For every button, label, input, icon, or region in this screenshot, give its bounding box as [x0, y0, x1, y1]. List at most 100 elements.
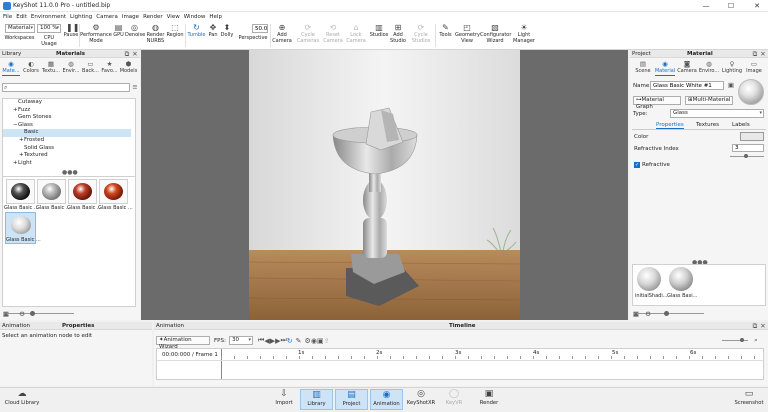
screenshot-button[interactable]: ▭ Screenshot	[732, 389, 766, 406]
cpu-usage-button[interactable]: CPU Usage	[36, 35, 62, 47]
reset-camera-button[interactable]: ⟲ Reset Camera	[322, 23, 344, 44]
refractive-checkbox[interactable]: ✓	[634, 162, 640, 168]
close-button[interactable]: ✕	[752, 1, 762, 11]
tab-models[interactable]: ⬢ Models	[119, 60, 138, 74]
tree-item-frosted[interactable]: +Frosted	[3, 137, 135, 145]
refractive-index-slider[interactable]	[730, 154, 764, 158]
denoise-button[interactable]: ◎ Denoise	[125, 23, 145, 39]
menu-file[interactable]: File	[3, 14, 12, 20]
settings-icon[interactable]: ⚙	[18, 310, 26, 318]
float-panel-icon[interactable]: ⧉	[123, 50, 131, 58]
tree-item-glass[interactable]: −Glass	[3, 122, 135, 130]
workspaces-button[interactable]: Workspaces	[3, 35, 36, 42]
material-preview-sphere[interactable]	[637, 267, 661, 291]
export-icon[interactable]: ⇪	[324, 337, 330, 345]
menu-image[interactable]: Image	[122, 14, 139, 20]
workspace-select[interactable]: Material	[5, 24, 35, 33]
tree-item-fuzz[interactable]: +Fuzz	[3, 107, 135, 115]
tab-camera[interactable]: ◙ Camera	[676, 60, 698, 74]
tab-environments[interactable]: ◍ Envir...	[61, 60, 81, 74]
loop-icon[interactable]: ↻	[287, 337, 293, 345]
menu-camera[interactable]: Camera	[96, 14, 118, 20]
material-thumb[interactable]	[99, 179, 128, 204]
performance-mode-button[interactable]: ⚙ Performance Mode	[80, 23, 112, 44]
tree-item-gem-stones[interactable]: Gem Stones	[3, 114, 135, 122]
lock-camera-button[interactable]: ⌂ Lock Camera	[345, 23, 367, 44]
zoom-in-icon[interactable]: ⌕	[752, 336, 760, 344]
close-panel-icon[interactable]: ✕	[131, 50, 139, 58]
geometry-view-button[interactable]: ◰ Geometry View	[455, 23, 480, 44]
render-button[interactable]: ▣ Render	[475, 389, 503, 406]
menu-help[interactable]: Help	[209, 14, 222, 20]
slider-knob[interactable]	[30, 311, 35, 316]
tab-colors[interactable]: ◐ Colors	[21, 60, 41, 74]
search-options-icon[interactable]: ≡	[131, 83, 139, 91]
perspective-field[interactable]	[252, 24, 268, 33]
menu-environment[interactable]: Environment	[31, 14, 66, 20]
timeline-track-area[interactable]: 00:00:000 / Frame 1 1s 2s 3s 4s 5s 6s	[156, 348, 764, 380]
close-panel-icon[interactable]: ✕	[759, 322, 767, 330]
subtab-textures[interactable]: Textures	[696, 122, 719, 128]
splitter-handle-icon[interactable]: ●●●	[62, 169, 78, 176]
close-panel-icon[interactable]: ✕	[759, 50, 767, 58]
tab-material[interactable]: ◉ Material	[654, 60, 676, 76]
maximize-button[interactable]: ☐	[726, 1, 736, 11]
dolly-button[interactable]: ⬍ Dolly	[219, 23, 235, 39]
material-preview-icon[interactable]	[738, 79, 764, 105]
light-manager-button[interactable]: ☀ Light Manager	[512, 23, 536, 44]
material-thumb-selected[interactable]: Glass Basic ...	[5, 212, 41, 244]
animation-toggle-button[interactable]: ◉ Animation	[370, 389, 403, 410]
perspective-button[interactable]: Perspective	[237, 35, 269, 42]
import-button[interactable]: ⇩ Import	[272, 389, 296, 406]
keyshotxr-button[interactable]: ◎ KeyShotXR	[405, 389, 437, 406]
thumbnail-size-slider[interactable]	[4, 311, 74, 316]
slider-knob[interactable]	[664, 311, 669, 316]
gpu-button[interactable]: ▤ GPU	[112, 23, 125, 39]
library-search-input[interactable]: ⌕	[2, 83, 130, 92]
tab-scene[interactable]: ▤ Scene	[632, 60, 654, 74]
tab-lighting[interactable]: ♀ Lighting	[720, 60, 744, 74]
playhead[interactable]	[221, 349, 222, 379]
slider-knob[interactable]	[740, 338, 744, 342]
minimize-button[interactable]: —	[701, 1, 711, 11]
render-viewport[interactable]	[141, 50, 628, 320]
color-swatch[interactable]	[740, 132, 764, 141]
tab-materials[interactable]: ◉ Mate...	[1, 60, 21, 76]
library-toggle-button[interactable]: ▥ Library	[300, 389, 333, 410]
animation-wizard-button[interactable]: ✦Animation Wizard	[156, 336, 210, 350]
keyvr-button[interactable]: ◯ KeyVR	[441, 389, 467, 406]
project-toggle-button[interactable]: ▤ Project	[335, 389, 368, 410]
tumble-button[interactable]: ↻ Tumble	[186, 23, 207, 39]
slider-knob[interactable]	[744, 154, 748, 158]
studios-button[interactable]: ▥ Studios	[369, 23, 389, 39]
tab-favorites[interactable]: ★ Favo...	[100, 60, 119, 74]
settings-icon[interactable]: ⚙	[644, 310, 652, 318]
cloud-library-button[interactable]: ☁ Cloud Library	[4, 389, 40, 406]
add-studio-button[interactable]: ⊞ Add Studio	[389, 23, 407, 44]
cycle-studios-button[interactable]: ⟳ Cycle Studios	[410, 23, 432, 44]
render-nurbs-button[interactable]: ◍ Render NURBS	[145, 23, 166, 44]
tools-button[interactable]: ✎ Tools	[437, 23, 454, 39]
tree-item-textured[interactable]: +Textured	[3, 152, 135, 160]
menu-edit[interactable]: Edit	[16, 14, 27, 20]
menu-lighting[interactable]: Lighting	[70, 14, 92, 20]
tab-textures[interactable]: ▦ Textu...	[41, 60, 61, 74]
float-panel-icon[interactable]: ⧉	[751, 322, 759, 330]
material-thumb[interactable]	[37, 179, 66, 204]
tree-item-cutaway[interactable]: Cutaway	[3, 99, 135, 107]
zoom-in-icon[interactable]: ⌕	[2, 310, 10, 318]
configurator-wizard-button[interactable]: ▧ Configurator Wizard	[480, 23, 511, 44]
region-button[interactable]: ⬚ Region	[166, 23, 184, 39]
refractive-index-field[interactable]	[732, 144, 764, 152]
material-thumb[interactable]	[68, 179, 97, 204]
save-material-icon[interactable]: ▣	[727, 81, 735, 89]
layers-icon[interactable]: ▣	[317, 337, 324, 345]
menu-view[interactable]: View	[167, 14, 180, 20]
subtab-properties[interactable]: Properties	[656, 122, 684, 129]
material-thumb[interactable]	[6, 179, 35, 204]
cycle-cameras-button[interactable]: ⟳ Cycle Cameras	[296, 23, 320, 44]
tab-environment[interactable]: ◍ Enviro...	[698, 60, 720, 74]
menu-window[interactable]: Window	[184, 14, 206, 20]
tree-item-basic[interactable]: Basic	[3, 129, 131, 137]
subtab-labels[interactable]: Labels	[732, 122, 750, 128]
